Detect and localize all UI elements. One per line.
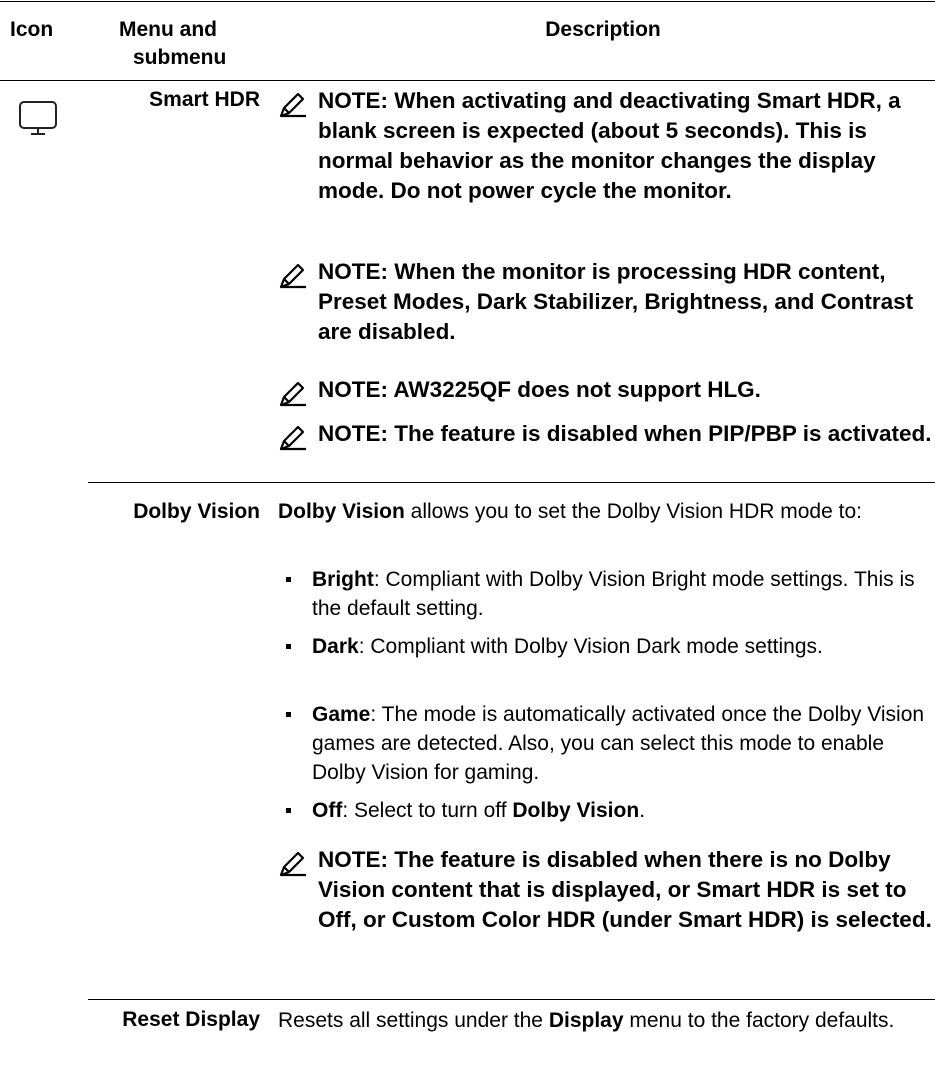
bullet-term-2: Dolby Vision [512,799,640,822]
column-header-menu-line1: Menu and [119,18,217,41]
note-smart-hdr-1: NOTE: When activating and deactivating S… [278,86,932,206]
bullet-square-icon [286,577,291,582]
note-text: NOTE: The feature is disabled when PIP/P… [318,421,932,446]
note-dolby-vision: NOTE: The feature is disabled when there… [278,845,932,935]
note-pencil-icon [279,263,306,289]
bullet-square-icon [286,808,291,813]
note-smart-hdr-2: NOTE: When the monitor is processing HDR… [278,257,932,347]
dolby-vision-intro-rest: allows you to set the Dolby Vision HDR m… [404,500,862,523]
bullet-term: Game [312,703,371,726]
note-text: NOTE: When the monitor is processing HDR… [318,259,914,344]
reset-text-post: menu to the factory defaults. [623,1009,895,1032]
bullet-text: : Select to turn off [342,799,513,822]
reset-display-description: Resets all settings under the Display me… [278,1006,928,1035]
manual-page: Icon Menu and submenu Description Smart … [0,0,935,1071]
note-text: NOTE: The feature is disabled when there… [318,847,932,932]
menu-reset-display: Reset Display [122,1008,260,1031]
menu-smart-hdr: Smart HDR [149,88,260,111]
column-header-menu: Menu and submenu [119,16,279,72]
list-item-bright: Bright: Compliant with Dolby Vision Brig… [278,565,928,623]
note-text: NOTE: AW3225QF does not support HLG. [318,377,761,402]
dolby-vision-intro: Dolby Vision allows you to set the Dolby… [278,497,928,526]
bullet-term: Bright [312,568,374,591]
list-item-dark: Dark: Compliant with Dolby Vision Dark m… [278,632,928,661]
monitor-icon [19,101,57,135]
note-pencil-icon [279,425,306,451]
list-item-game: Game: The mode is automatically activate… [278,700,928,787]
table-header-rule [0,80,935,81]
note-smart-hdr-3: NOTE: AW3225QF does not support HLG. [278,375,932,407]
bullet-text: : The mode is automatically activated on… [312,703,925,784]
note-smart-hdr-4: NOTE: The feature is disabled when PIP/P… [278,419,932,451]
bullet-square-icon [286,644,291,649]
note-pencil-icon [279,851,306,877]
row-divider [88,482,935,483]
bullet-square-icon [286,712,291,717]
bullet-term: Off [312,799,343,822]
row-divider [88,999,935,1000]
note-pencil-icon [279,381,306,407]
column-header-menu-line2: submenu [133,46,227,69]
list-item-off: Off: Select to turn off Dolby Vision. [278,796,928,825]
bullet-text: : Compliant with Dolby Vision Bright mod… [312,568,915,620]
bullet-text: : Compliant with Dolby Vision Dark mode … [358,635,823,658]
column-header-description: Description [545,18,661,41]
dolby-vision-intro-bold: Dolby Vision [278,500,405,523]
reset-text-pre: Resets all settings under the [278,1009,549,1032]
column-header-icon: Icon [10,18,54,41]
menu-dolby-vision: Dolby Vision [133,500,260,523]
reset-text-bold: Display [548,1009,624,1032]
bullet-term: Dark [312,635,359,658]
note-pencil-icon [279,92,306,118]
bullet-tail: . [639,799,646,822]
note-text: NOTE: When activating and deactivating S… [318,88,901,203]
table-top-rule [0,1,935,2]
